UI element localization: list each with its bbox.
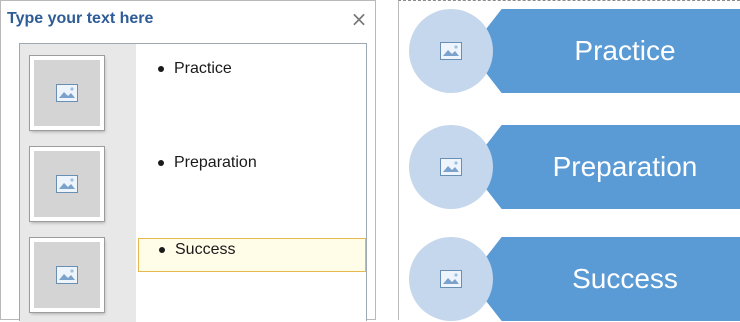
bullet-icon: [158, 160, 164, 166]
text-item-preparation[interactable]: Preparation: [138, 152, 366, 186]
close-icon[interactable]: ×: [349, 8, 369, 30]
diagram-banner-label: Preparation: [552, 151, 698, 182]
diagram-shape-practice[interactable]: Practice: [399, 9, 740, 93]
diagram-picture-circle[interactable]: [409, 9, 493, 93]
picture-placeholder-icon: [440, 42, 462, 60]
picture-placeholder-icon: [56, 266, 78, 284]
smartart-diagram: Practice Preparation Success: [398, 0, 740, 321]
picture-placeholder-icon: [440, 270, 462, 288]
text-item-label: Preparation: [174, 154, 257, 171]
text-item-label: Success: [175, 241, 236, 258]
text-item-success[interactable]: Success: [138, 238, 366, 272]
diagram-shape-preparation[interactable]: Preparation: [399, 125, 740, 209]
picture-placeholder-2[interactable]: [30, 147, 104, 221]
text-pane-body: Practice Preparation Success: [19, 43, 367, 322]
picture-placeholder-icon: [440, 158, 462, 176]
picture-placeholder-icon: [56, 84, 78, 102]
bullet-icon: [159, 247, 165, 253]
text-pane-title: Type your text here: [7, 10, 154, 27]
picture-placeholder-1[interactable]: [30, 56, 104, 130]
text-item-practice[interactable]: Practice: [138, 58, 366, 92]
text-pane: Type your text here × Practice Preparati…: [0, 0, 376, 322]
bullet-icon: [158, 66, 164, 72]
diagram-shape-success[interactable]: Success: [399, 237, 740, 321]
picture-placeholder-icon: [56, 175, 78, 193]
picture-placeholder-3[interactable]: [30, 238, 104, 312]
diagram-banner-label: Practice: [574, 35, 676, 66]
diagram-banner-label: Success: [572, 263, 678, 294]
diagram-picture-circle[interactable]: [409, 237, 493, 321]
text-item-label: Practice: [174, 60, 232, 77]
diagram-picture-circle[interactable]: [409, 125, 493, 209]
